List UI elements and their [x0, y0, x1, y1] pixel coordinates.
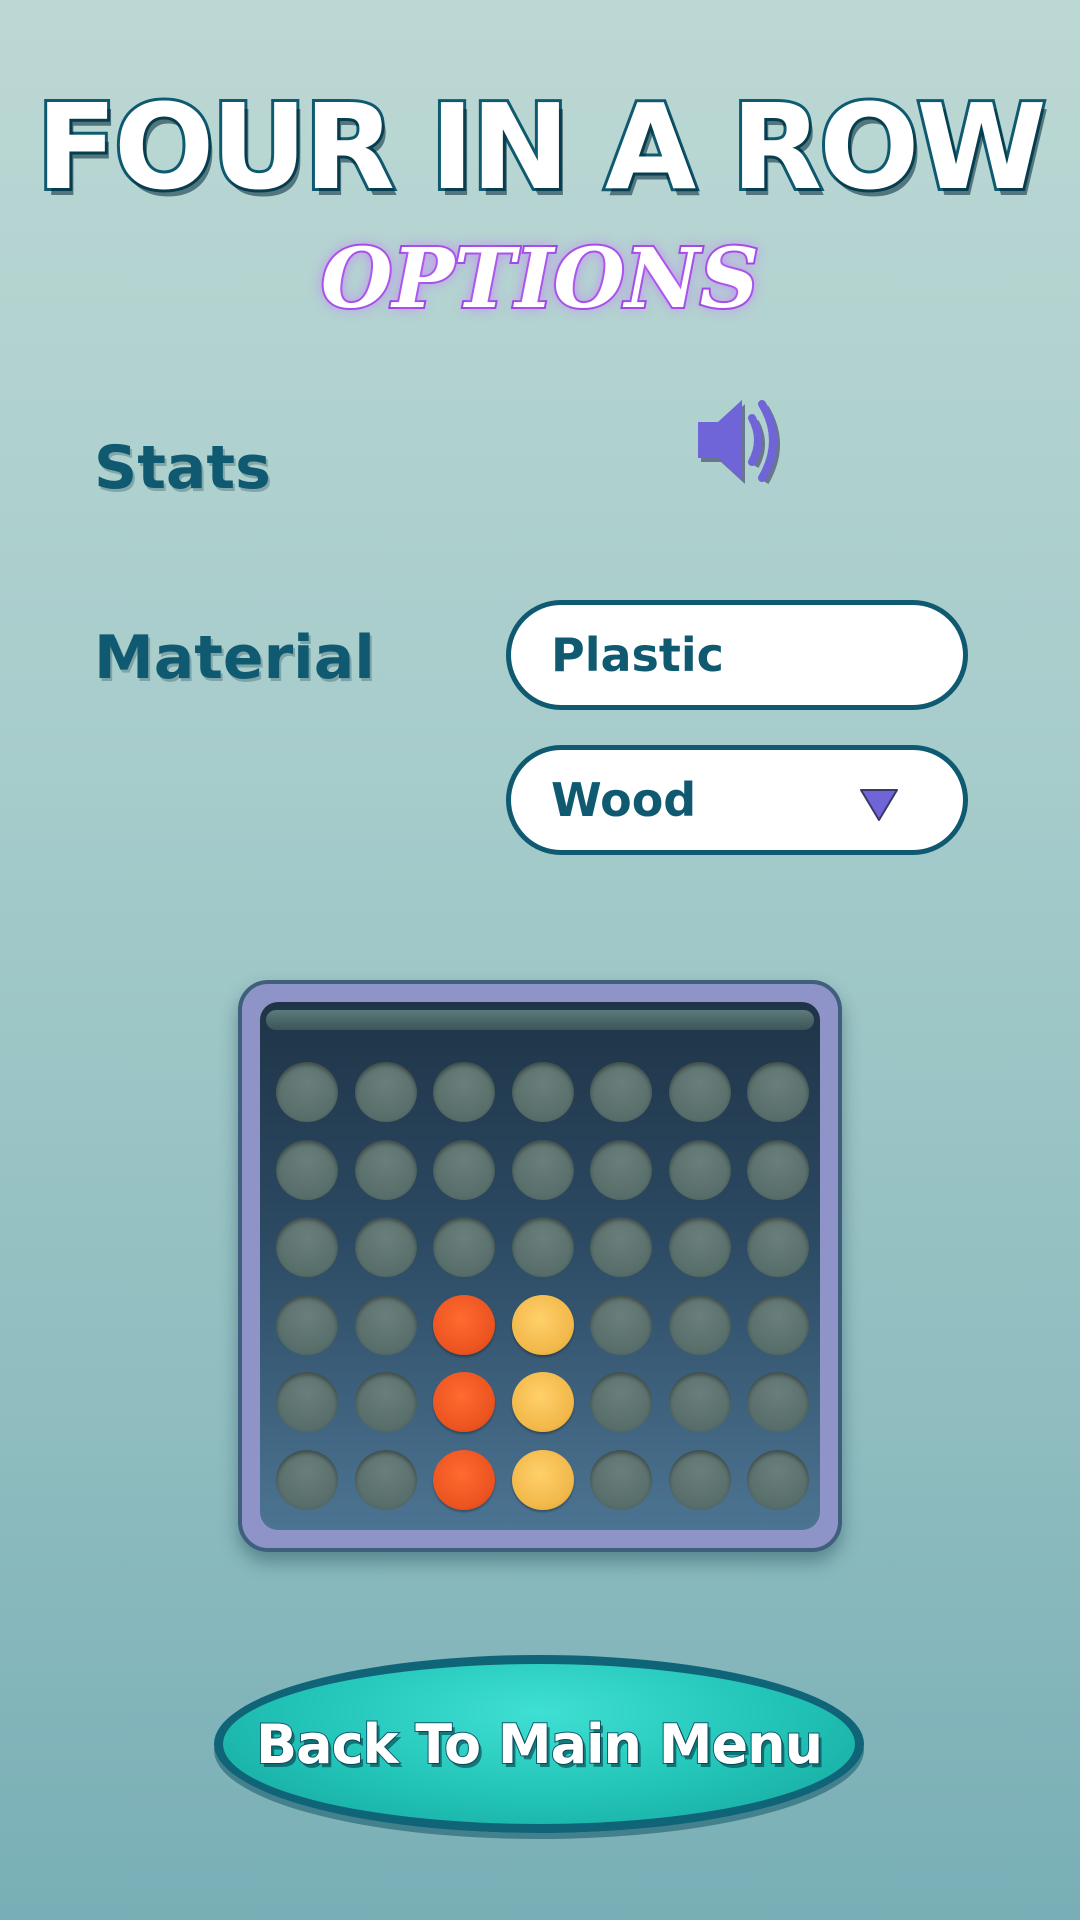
- disc-yellow: [511, 1294, 574, 1355]
- board-slot: [668, 1217, 731, 1277]
- board-slot: [668, 1139, 731, 1200]
- back-to-main-menu-button[interactable]: Back To Main Menu: [214, 1655, 864, 1833]
- board-slot: [511, 1217, 574, 1277]
- board-slot: [433, 1139, 495, 1200]
- board-slot: [668, 1372, 731, 1432]
- back-button-label: Back To Main Menu: [255, 1712, 824, 1777]
- board-slot: [590, 1062, 652, 1122]
- board-slot: [511, 1139, 574, 1200]
- material-label: Material: [94, 623, 375, 693]
- board-slot: [433, 1062, 495, 1122]
- board-slot: [511, 1062, 574, 1122]
- board-slot: [354, 1372, 417, 1432]
- board-slot: [590, 1217, 652, 1277]
- board-slot: [276, 1217, 338, 1277]
- board-slot: [747, 1217, 809, 1277]
- board-slot: [354, 1294, 417, 1355]
- board-slot: [747, 1372, 809, 1432]
- material-option-label: Plastic: [551, 628, 724, 682]
- disc-yellow: [511, 1449, 574, 1510]
- disc-red: [433, 1449, 495, 1510]
- material-dropdown[interactable]: Wood: [506, 745, 968, 855]
- board-slot: [354, 1062, 417, 1122]
- page-title: OPTIONS: [319, 231, 761, 327]
- board-slot: [276, 1294, 338, 1355]
- board-grid: [260, 1002, 820, 1530]
- disc-red: [433, 1294, 495, 1355]
- material-option-plastic[interactable]: Plastic: [506, 600, 968, 710]
- board-slot: [668, 1449, 731, 1510]
- board-slot: [354, 1217, 417, 1277]
- board-slot: [590, 1139, 652, 1200]
- board-slot: [276, 1372, 338, 1432]
- board-slot: [433, 1217, 495, 1277]
- board-slot: [747, 1062, 809, 1122]
- board-slot: [590, 1294, 652, 1355]
- board-slot: [590, 1372, 652, 1432]
- board-slot: [276, 1449, 338, 1510]
- board-slot: [590, 1449, 652, 1510]
- board-slot: [747, 1139, 809, 1200]
- game-board: [260, 1002, 820, 1530]
- disc-yellow: [511, 1372, 574, 1432]
- triangle-down-icon: [860, 789, 898, 821]
- game-title: FOUR IN A ROW: [33, 78, 1049, 216]
- stats-label[interactable]: Stats: [94, 438, 271, 498]
- board-preview: [238, 980, 842, 1552]
- speaker-volume-icon[interactable]: [690, 392, 790, 492]
- board-slot: [354, 1449, 417, 1510]
- board-slot: [668, 1062, 731, 1122]
- board-slot: [668, 1294, 731, 1355]
- board-slot: [747, 1294, 809, 1355]
- disc-red: [433, 1372, 495, 1432]
- board-slot: [276, 1062, 338, 1122]
- board-slot: [747, 1449, 809, 1510]
- board-slot: [276, 1139, 338, 1200]
- material-selected-label: Wood: [551, 773, 697, 827]
- board-slot: [354, 1139, 417, 1200]
